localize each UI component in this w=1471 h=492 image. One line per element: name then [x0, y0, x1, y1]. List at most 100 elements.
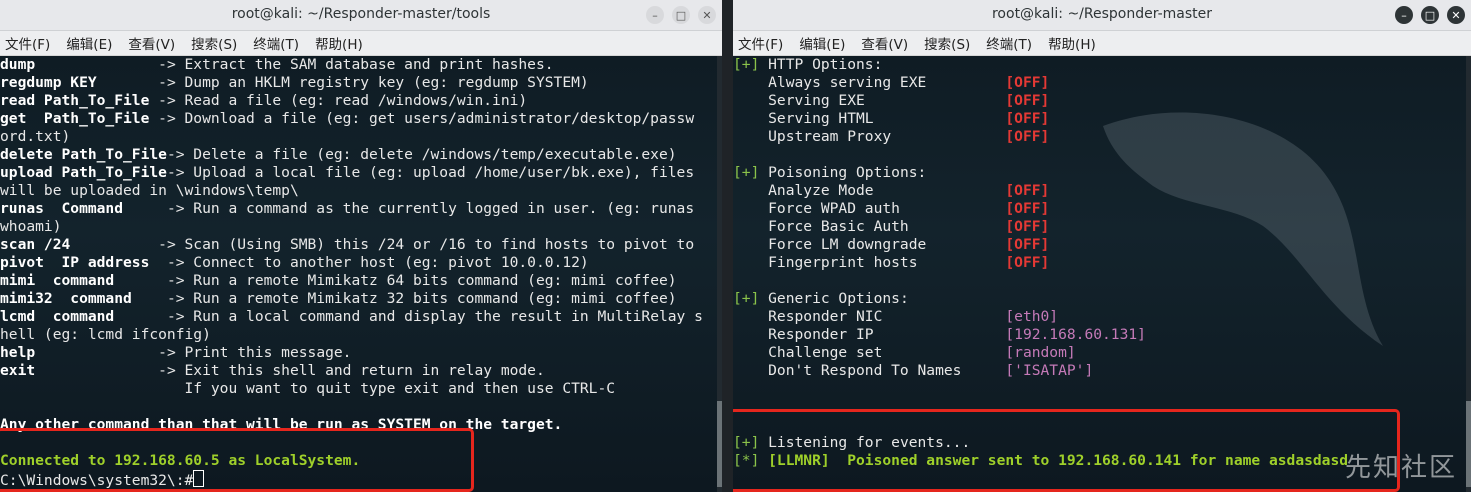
terminal-line: upload Path_To_File-> Upload a local fil… — [0, 164, 722, 182]
command-name: scan /24 — [0, 236, 71, 253]
option-value: [OFF] — [1005, 92, 1050, 109]
option-name: Fingerprint hosts — [733, 254, 1006, 271]
terminal-line: delete Path_To_File-> Delete a file (eg:… — [0, 146, 722, 164]
option-row: Force Basic Auth [OFF] — [733, 218, 1471, 236]
menu-item[interactable]: 编辑(E) — [799, 33, 845, 53]
option-row: Responder IP [192.168.60.131] — [733, 326, 1471, 344]
terminal-line: dump -> Extract the SAM database and pri… — [0, 56, 722, 74]
option-row: Serving HTML [OFF] — [733, 110, 1471, 128]
option-value: [OFF] — [1005, 74, 1050, 91]
command-name: dump — [0, 56, 36, 73]
command-description: -> Read a file (eg: read /windows/win.in… — [149, 92, 528, 109]
option-row: Upstream Proxy [OFF] — [733, 128, 1471, 146]
menu-item[interactable]: 编辑(E) — [66, 33, 112, 53]
terminal-line: regdump KEY -> Dump an HKLM registry key… — [0, 74, 722, 92]
close-icon[interactable]: ✕ — [1447, 6, 1465, 24]
option-value: [OFF] — [1005, 254, 1050, 271]
option-name: Always serving EXE — [733, 74, 1006, 91]
maximize-icon[interactable]: □ — [672, 6, 690, 24]
section-header: [+] Poisoning Options: — [733, 164, 1471, 182]
option-value: [192.168.60.131] — [1005, 326, 1146, 343]
terminal-line: will be uploaded in \windows\temp\ — [0, 182, 722, 200]
minimize-icon[interactable]: – — [1395, 6, 1413, 24]
option-name: Responder NIC — [733, 308, 1006, 325]
command-name: lcmd command — [0, 308, 115, 325]
option-name: Force Basic Auth — [733, 218, 1006, 235]
option-value: [OFF] — [1005, 182, 1050, 199]
terminal-line: get Path_To_File -> Download a file (eg:… — [0, 110, 722, 128]
terminal-line: mimi command -> Run a remote Mimikatz 64… — [0, 272, 722, 290]
option-row: Force LM downgrade [OFF] — [733, 236, 1471, 254]
section-title: HTTP Options: — [759, 56, 883, 73]
close-icon[interactable]: ✕ — [698, 6, 716, 24]
left-scrollbar[interactable] — [717, 56, 722, 492]
command-description: -> Scan (Using SMB) this /24 or /16 to f… — [70, 236, 695, 253]
command-description: -> Dump an HKLM registry key (eg: regdum… — [96, 74, 589, 91]
option-row: Serving EXE [OFF] — [733, 92, 1471, 110]
plus-marker: [+] — [733, 56, 760, 73]
command-name: pivot IP address — [0, 254, 150, 271]
menu-item[interactable]: 帮助(H) — [1048, 33, 1096, 53]
menu-item[interactable]: 搜索(S) — [924, 33, 970, 53]
menu-item[interactable]: 查看(V) — [128, 33, 175, 53]
terminal-line: hell (eg: lcmd ifconfig) — [0, 326, 722, 344]
option-row: Force WPAD auth [OFF] — [733, 200, 1471, 218]
option-name: Don't Respond To Names — [733, 362, 1006, 379]
left-highlight-box — [0, 428, 474, 492]
terminal-line: runas Command -> Run a command as the cu… — [0, 200, 722, 218]
left-scroll-thumb[interactable] — [717, 401, 722, 487]
right-highlight-box — [733, 409, 1400, 492]
command-name: help — [0, 344, 36, 361]
command-name: mimi command — [0, 272, 115, 289]
menu-item[interactable]: 文件(F) — [5, 33, 50, 53]
menu-item[interactable]: 终端(T) — [253, 33, 299, 53]
option-value: [OFF] — [1005, 218, 1050, 235]
option-row: Responder NIC [eth0] — [733, 308, 1471, 326]
menu-item[interactable]: 文件(F) — [738, 33, 783, 53]
option-row: Challenge set [random] — [733, 344, 1471, 362]
command-description: -> Run a local command and display the r… — [114, 308, 703, 325]
right-titlebar[interactable]: root@kali: ~/Responder-master – □ ✕ — [733, 0, 1471, 31]
terminal-line: pivot IP address -> Connect to another h… — [0, 254, 722, 272]
command-description: -> Run a remote Mimikatz 32 bits command… — [131, 290, 677, 307]
option-name: Force LM downgrade — [733, 236, 1006, 253]
left-titlebar[interactable]: root@kali: ~/Responder-master/tools – □ … — [0, 0, 722, 31]
command-description: -> Print this message. — [35, 344, 352, 361]
option-row: Always serving EXE [OFF] — [733, 74, 1471, 92]
command-description: -> Run a command as the currently logged… — [123, 200, 695, 217]
minimize-icon[interactable]: – — [646, 6, 664, 24]
command-name: get Path_To_File — [0, 110, 150, 127]
left-terminal-output[interactable]: dump -> Extract the SAM database and pri… — [0, 56, 722, 492]
terminal-line: exit -> Exit this shell and return in re… — [0, 362, 722, 380]
menu-item[interactable]: 查看(V) — [861, 33, 908, 53]
right-terminal-window: root@kali: ~/Responder-master – □ ✕ 文件(F… — [733, 0, 1471, 492]
right-scroll-thumb[interactable] — [1466, 401, 1471, 487]
menu-item[interactable]: 帮助(H) — [315, 33, 363, 53]
option-value: [OFF] — [1005, 110, 1050, 127]
option-name: Upstream Proxy — [733, 128, 1006, 145]
option-value: ['ISATAP'] — [1005, 362, 1094, 379]
right-scrollbar[interactable] — [1466, 56, 1471, 492]
terminal-line: ord.txt) — [0, 128, 722, 146]
menu-item[interactable]: 终端(T) — [986, 33, 1032, 53]
option-value: [OFF] — [1005, 128, 1050, 145]
maximize-icon[interactable]: □ — [1421, 6, 1439, 24]
terminal-line: If you want to quit type exit and then u… — [0, 380, 722, 398]
option-name: Analyze Mode — [733, 182, 1006, 199]
command-name: regdump KEY — [0, 74, 97, 91]
terminal-line: scan /24 -> Scan (Using SMB) this /24 or… — [0, 236, 722, 254]
option-name: Serving HTML — [733, 110, 1006, 127]
right-menubar: 文件(F) 编辑(E) 查看(V) 搜索(S) 终端(T) 帮助(H) — [733, 31, 1471, 56]
menu-item[interactable]: 搜索(S) — [191, 33, 237, 53]
command-name: upload Path_To_File — [0, 164, 167, 181]
terminal-line: help -> Print this message. — [0, 344, 722, 362]
section-header: [+] Generic Options: — [733, 290, 1471, 308]
option-name: Serving EXE — [733, 92, 1006, 109]
watermark: 先知社区 — [1344, 453, 1457, 483]
terminal-line: mimi32 command -> Run a remote Mimikatz … — [0, 290, 722, 308]
left-menubar: 文件(F) 编辑(E) 查看(V) 搜索(S) 终端(T) 帮助(H) — [0, 31, 722, 56]
option-name: Force WPAD auth — [733, 200, 1006, 217]
